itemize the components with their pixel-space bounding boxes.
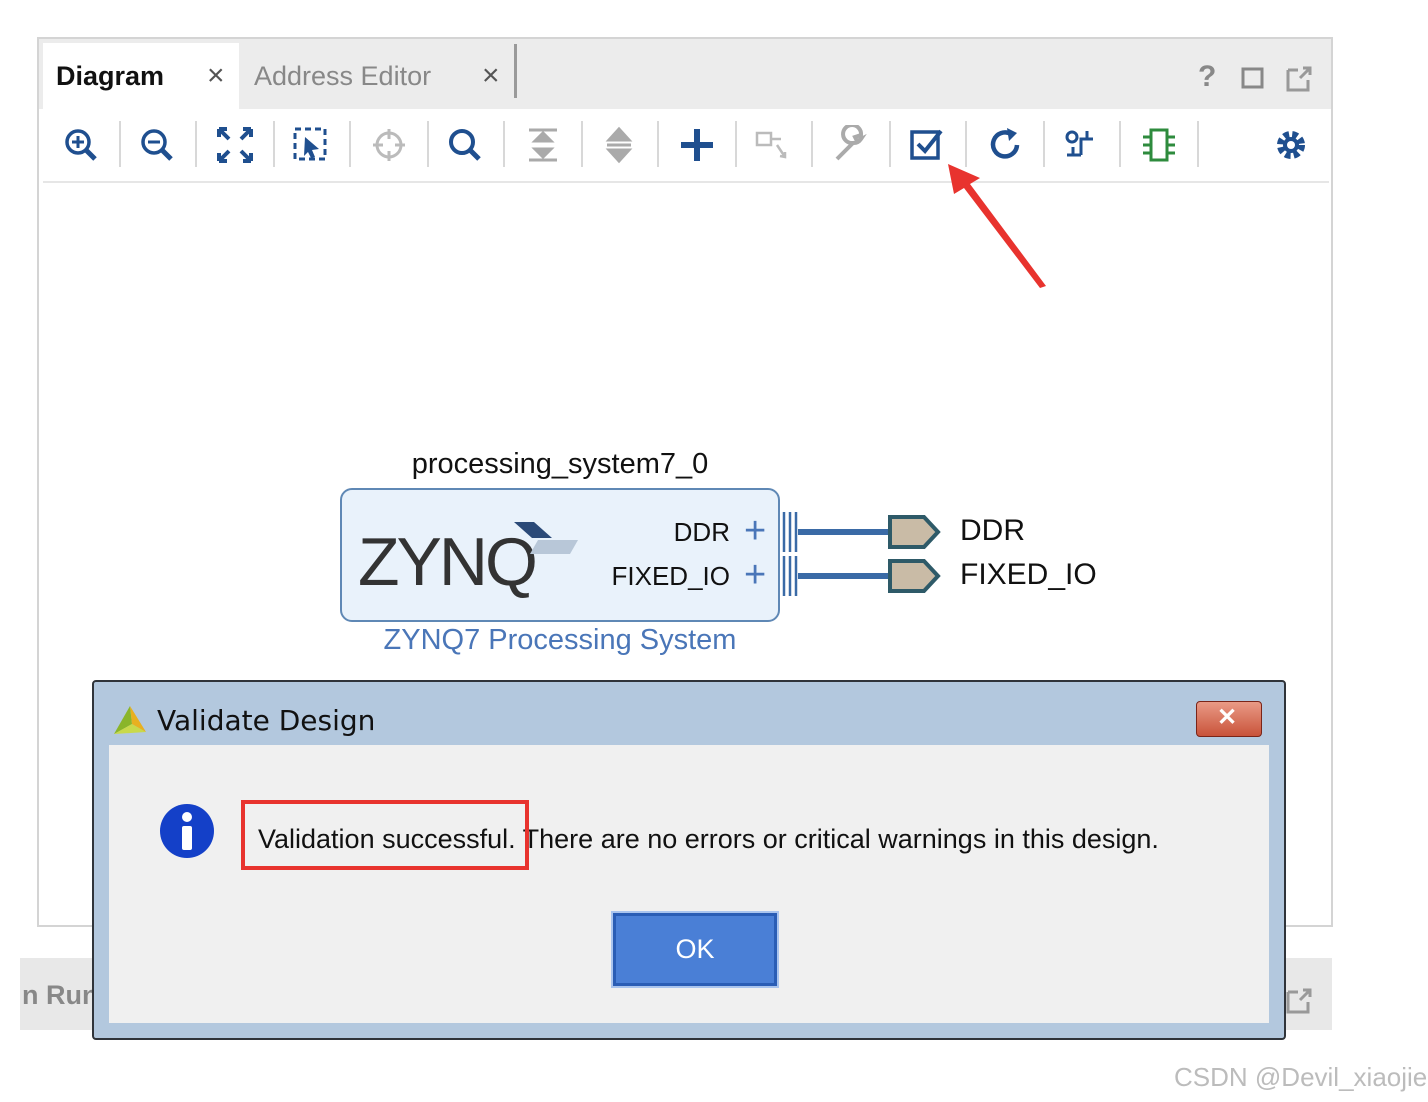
vivado-logo-icon (114, 706, 146, 734)
diagram-toolbar (43, 109, 1329, 183)
annotation-arrow-icon (948, 164, 1046, 288)
tab-diagram-label: Diagram (56, 61, 165, 91)
external-port-label-fixed-io[interactable]: FIXED_IO (960, 558, 1097, 592)
zoom-out-icon[interactable] (137, 125, 177, 165)
dialog-title: Validate Design (157, 704, 376, 737)
float-icon[interactable] (1284, 986, 1314, 1016)
add-module-icon[interactable] (1139, 125, 1179, 165)
block-ip-name: ZYNQ7 Processing System (383, 624, 737, 656)
wrench-icon[interactable] (831, 125, 871, 165)
tab-address-editor-label: Address Editor (254, 61, 432, 91)
messages-panel-tab-label[interactable]: n Run (22, 980, 98, 1011)
crosshair-icon[interactable] (369, 125, 409, 165)
annotation-highlight-box (241, 800, 529, 870)
info-icon (160, 804, 214, 858)
tab-diagram-close-icon[interactable]: × (207, 43, 225, 109)
watermark: CSDN @Devil_xiaojie (1174, 1062, 1428, 1092)
block-instance-name: processing_system7_0 (411, 448, 709, 480)
ok-button[interactable]: OK (611, 911, 779, 988)
tab-address-editor-close-icon[interactable]: × (482, 43, 500, 109)
external-port-label-ddr[interactable]: DDR (960, 514, 1025, 548)
expand-icon[interactable] (599, 125, 639, 165)
gear-icon[interactable] (1271, 125, 1311, 165)
make-connection-icon[interactable] (753, 125, 793, 165)
port-connections (782, 512, 941, 596)
external-port-ddr-icon (888, 515, 941, 549)
external-port-fixed-io-icon (888, 559, 941, 593)
zynq-logo: ZYNQ (358, 524, 538, 600)
port-expand-fixed-io-icon[interactable]: + (744, 554, 766, 597)
regenerate-layout-icon[interactable] (1061, 125, 1101, 165)
zoom-select-icon[interactable] (291, 125, 331, 165)
float-window-icon[interactable] (1284, 64, 1314, 94)
maximize-icon[interactable] (1240, 65, 1266, 91)
validation-detail-text: There are no errors or critical warnings… (515, 824, 1159, 854)
tab-diagram[interactable]: Diagram × (43, 43, 239, 109)
search-icon[interactable] (445, 125, 485, 165)
port-label-fixed-io: FIXED_IO (611, 561, 730, 591)
close-icon: ✕ (1217, 704, 1238, 731)
help-icon[interactable]: ? (1198, 60, 1216, 94)
zynq-logo-mark-icon (514, 522, 578, 554)
port-label-ddr: DDR (673, 517, 730, 547)
dialog-close-button[interactable]: ✕ (1196, 701, 1262, 737)
zoom-in-icon[interactable] (61, 125, 101, 165)
tab-separator (514, 44, 517, 98)
fit-view-icon[interactable] (215, 125, 255, 165)
collapse-icon[interactable] (523, 125, 563, 165)
tab-address-editor[interactable]: Address Editor × (241, 43, 513, 109)
add-ip-icon[interactable] (677, 125, 717, 165)
port-expand-ddr-icon[interactable]: + (744, 510, 766, 553)
